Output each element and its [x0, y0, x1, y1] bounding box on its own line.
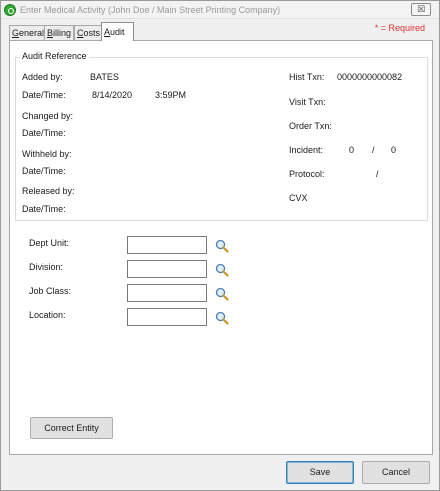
protocol-label: Protocol:: [289, 169, 325, 179]
added-by-label: Added by:: [22, 72, 63, 82]
incident-value-2: 0: [391, 145, 397, 155]
title-bar[interactable]: Enter Medical Activity (John Doe / Main …: [1, 1, 439, 19]
save-button[interactable]: Save: [286, 461, 354, 484]
division-label: Division:: [29, 262, 64, 272]
division-field[interactable]: [127, 260, 207, 278]
cancel-button[interactable]: Cancel: [362, 461, 430, 484]
protocol-separator: /: [376, 169, 379, 179]
tab-general-accesskey: G: [12, 28, 20, 38]
incident-label: Incident:: [289, 145, 324, 155]
dept-unit-lookup-icon[interactable]: [215, 239, 229, 253]
tab-strip: General Billing Costs Audit: [9, 21, 149, 41]
correct-entity-button[interactable]: Correct Entity: [30, 417, 113, 439]
audit-panel: Audit Reference Added by: BATES Date/Tim…: [9, 40, 433, 455]
tab-general-label: eneral: [19, 28, 45, 38]
location-label: Location:: [29, 310, 66, 320]
changed-by-label: Changed by:: [22, 111, 74, 121]
withheld-datetime-label: Date/Time:: [22, 166, 66, 176]
job-class-field[interactable]: [127, 284, 207, 302]
tab-billing[interactable]: Billing: [44, 25, 75, 40]
added-datetime-label: Date/Time:: [22, 90, 66, 100]
cvx-label: CVX: [289, 193, 308, 203]
hist-txn-value: 0000000000082: [337, 72, 403, 82]
close-button[interactable]: ☒: [411, 3, 431, 16]
location-field[interactable]: [127, 308, 207, 326]
hist-txn-label: Hist Txn:: [289, 72, 325, 82]
tab-general[interactable]: General: [9, 25, 48, 40]
added-by-value: BATES: [90, 72, 119, 82]
location-lookup-icon[interactable]: [215, 311, 229, 325]
released-by-label: Released by:: [22, 186, 75, 196]
required-note: * = Required: [374, 23, 425, 33]
tab-billing-label: illing: [53, 28, 72, 38]
withheld-by-label: Withheld by:: [22, 149, 72, 159]
released-datetime-label: Date/Time:: [22, 204, 66, 214]
changed-datetime-label: Date/Time:: [22, 128, 66, 138]
job-class-lookup-icon[interactable]: [215, 287, 229, 301]
group-title: Audit Reference: [20, 51, 89, 61]
incident-separator: /: [372, 145, 375, 155]
tab-audit[interactable]: Audit: [101, 22, 134, 41]
visit-txn-label: Visit Txn:: [289, 97, 326, 107]
added-date-value: 8/14/2020: [92, 90, 133, 100]
dept-unit-label: Dept Unit:: [29, 238, 70, 248]
job-class-label: Job Class:: [29, 286, 72, 296]
app-icon: [4, 4, 16, 16]
dept-unit-field[interactable]: [127, 236, 207, 254]
tab-audit-label: udit: [110, 27, 125, 37]
dialog-window: Enter Medical Activity (John Doe / Main …: [0, 0, 440, 491]
window-title: Enter Medical Activity (John Doe / Main …: [20, 5, 281, 15]
order-txn-label: Order Txn:: [289, 121, 332, 131]
tab-costs-label: osts: [83, 28, 101, 38]
division-lookup-icon[interactable]: [215, 263, 229, 277]
added-time-value: 3:59PM: [155, 90, 187, 100]
incident-value-1: 0: [349, 145, 355, 155]
